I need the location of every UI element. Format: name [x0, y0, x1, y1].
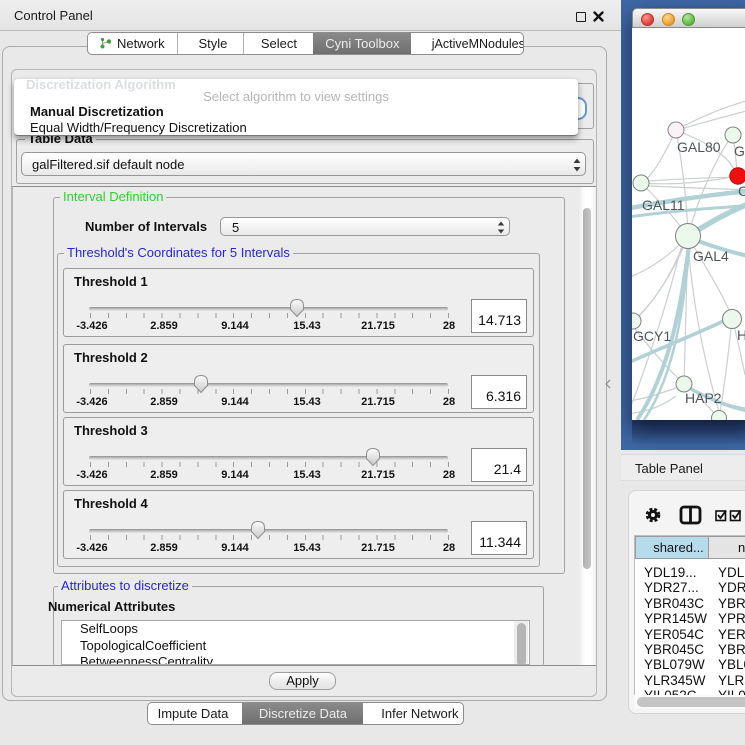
svg-text:GAL4: GAL4 [693, 248, 729, 264]
svg-text:GAL80: GAL80 [677, 139, 721, 155]
svg-text:C: C [738, 183, 745, 199]
svg-text:GAL11: GAL11 [642, 197, 685, 213]
svg-text:GCY1: GCY1 [633, 328, 671, 344]
svg-text:GA: GA [734, 143, 745, 159]
svg-text:HAP2: HAP2 [685, 390, 722, 406]
svg-text:H: H [737, 327, 745, 343]
